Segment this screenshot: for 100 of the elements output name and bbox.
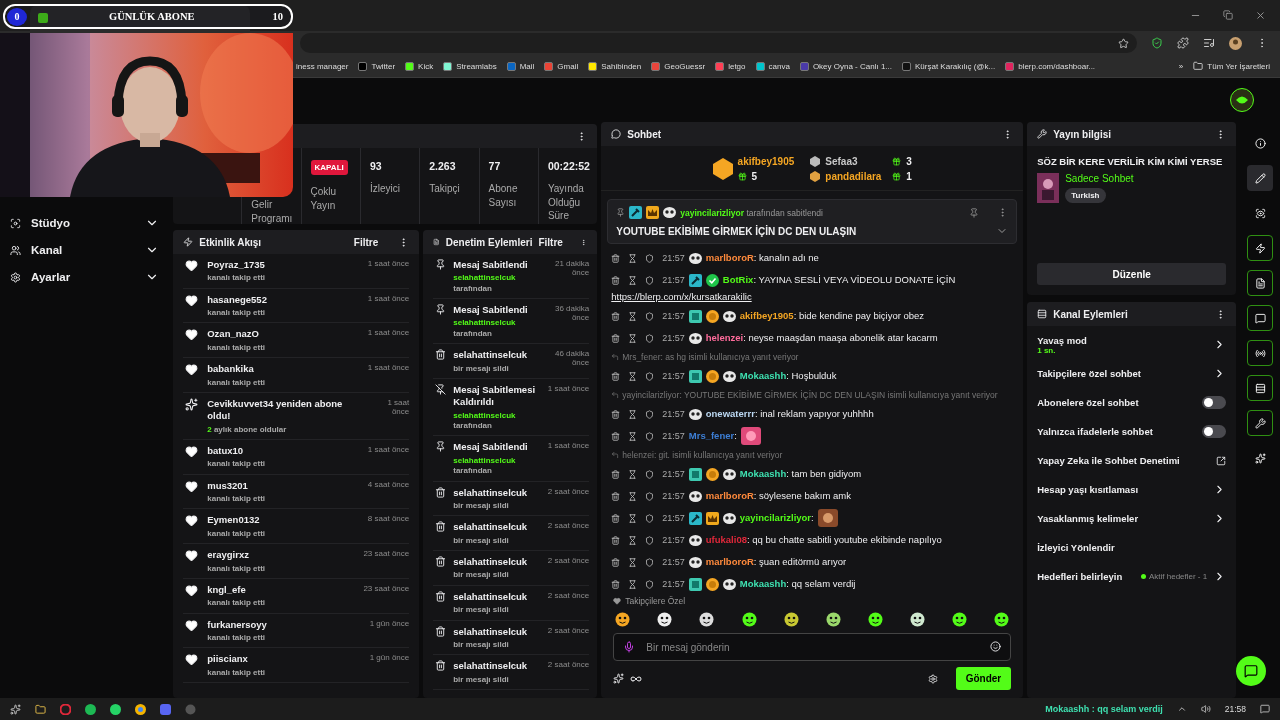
event-detail: kanalı takip etti [207,494,267,505]
emote-icon[interactable] [909,612,925,627]
event-time: 1 saat önce [367,293,410,305]
emote-icon[interactable] [657,612,673,627]
app-icon[interactable] [85,703,96,715]
event-detail: 2 aylık abone oldular [207,424,288,435]
site-icon [443,61,453,71]
message-time: 21:57 [662,274,685,287]
bookmark[interactable]: Gmail [544,61,579,71]
bookmark[interactable]: Kürşat Karakılıç (@k... [902,61,996,71]
emote-icon[interactable] [994,612,1010,627]
event-detail: kanalı takip etti [207,667,267,679]
site-icon [1005,61,1015,71]
emote-icon[interactable] [952,612,967,627]
heart-icon [613,597,622,605]
event-detail: kanalı takip etti [207,528,267,540]
app-icon[interactable] [135,703,146,715]
message-text: Mokaashh: qq selam verdij [739,577,856,591]
edit-button[interactable]: Düzenle [1037,263,1227,285]
lightning-icon [183,237,194,247]
rail-button[interactable] [1247,375,1274,401]
rail-button[interactable] [1247,235,1274,261]
action-time: 2 saat önce [547,486,590,498]
kick-favicon-icon [38,13,48,23]
emote-icon[interactable] [741,612,757,627]
bookmark[interactable]: Twitter [358,61,396,71]
toggle-switch[interactable] [1202,425,1227,438]
action-title: selahattinselcuk [453,349,529,362]
sidebar-item[interactable]: Kanal [10,241,170,259]
trash-icon [611,371,621,381]
sidebar-item[interactable]: Ayarlar [10,268,170,286]
bookmark-folder[interactable]: Tüm Yer İşaretleri [1193,61,1270,71]
emote-icon[interactable] [699,612,715,627]
channel-action[interactable]: Yalnızca ifadelerle sohbet [1027,417,1237,446]
hourglass-icon [628,333,638,343]
bookmark[interactable]: canva [755,61,790,71]
category-link[interactable]: Sadece Sohbet [1065,173,1134,184]
rail-button[interactable] [1247,270,1274,296]
rail-button[interactable] [1247,165,1274,191]
bookmark[interactable]: letgo [715,61,746,71]
panda-badge-icon [663,207,677,218]
bookmark[interactable]: Okey Oyna - Canlı 1... [799,61,892,71]
channel-action[interactable]: Yasaklanmış kelimeler [1027,504,1237,533]
action-detail: bir mesajı sildi [453,363,510,374]
event-title: mus3201 [207,479,249,493]
message-text: ufukali08: qq bu chatte sabitli youtube ekibinde napılıyo [705,533,942,547]
channel-action[interactable]: Hedefleri belirleyin Aktif hedefler - 1 [1027,562,1237,591]
avatar-icon[interactable] [1229,36,1242,50]
action-detail: bir mesajı sildi [453,535,510,547]
message-input[interactable]: Bir mesaj gönderin [613,633,1012,661]
chat-bubble-button[interactable] [1236,656,1266,686]
channel-action[interactable]: Takipçilere özel sohbet [1027,359,1237,388]
emote-icon[interactable] [867,612,883,627]
app-icon[interactable] [110,703,121,715]
rail-button[interactable] [1247,340,1274,366]
sidebar-item[interactable]: Stüdyo [10,214,170,232]
toggle-switch[interactable] [1202,396,1227,409]
emote-icon[interactable] [783,612,799,627]
channel-action[interactable]: İzleyici Yönlendir [1027,533,1237,562]
event-title: babankika [207,363,255,376]
bookmark[interactable]: Kick [405,61,434,71]
rail-button[interactable] [1247,410,1274,436]
settings-icon [927,673,938,684]
rail-button[interactable] [1247,305,1274,331]
gift-count: 5 [751,171,758,182]
logo-icon[interactable] [1230,88,1254,112]
hourglass-icon [628,409,638,419]
bookmark[interactable]: Sahibinden [588,61,642,71]
send-button[interactable]: Gönder [955,667,1012,690]
event-title: piiscianx [207,653,249,666]
mic-icon [623,641,636,653]
shield-icon [645,491,655,501]
stat-value: 2.263 [429,160,457,172]
channel-action[interactable]: Hesap yaşı kısıtlaması [1027,475,1237,504]
message-text: Mokaashh: Hoşbulduk [739,369,837,383]
bookmark[interactable]: Streamlabs [443,61,497,71]
channel-action[interactable]: Yavaş mod 1 sn. [1027,330,1237,359]
more-bookmarks-button[interactable]: » [1178,61,1184,71]
filter-button[interactable]: Filtre [353,236,379,248]
filter-button[interactable]: Filtre [538,236,563,248]
event-detail: kanalı takip etti [207,459,267,470]
event-detail: kanalı takip etti [207,308,267,319]
action-title: Mesaj Sabitlendi [453,259,529,272]
emote-icon[interactable] [825,612,841,627]
channel-action[interactable]: Yapay Zeka ile Sohbet Denetimi [1027,446,1237,475]
action-detail: bir mesajı sildi [453,605,510,616]
bookmark[interactable]: Mail [506,61,535,71]
hourglass-icon [628,557,638,567]
bookmark[interactable]: iness manager [296,61,349,71]
channel-action[interactable]: Abonelere özel sohbet [1027,388,1237,417]
bookmark[interactable]: blerp.com/dashboar... [1005,61,1096,71]
coin-badge-icon [705,577,719,591]
message-link[interactable]: https://blerp.com/x/kursatkarakilic [611,290,1016,304]
action-time: 2 saat önce [547,590,590,602]
panda-badge-icon [722,512,736,524]
action-title: Mesaj Sabitlendi [453,441,529,454]
shield-icon [645,535,655,545]
emote-icon[interactable] [615,612,631,627]
trash-icon [611,253,621,263]
bookmark[interactable]: GeoGuessr [651,61,706,71]
